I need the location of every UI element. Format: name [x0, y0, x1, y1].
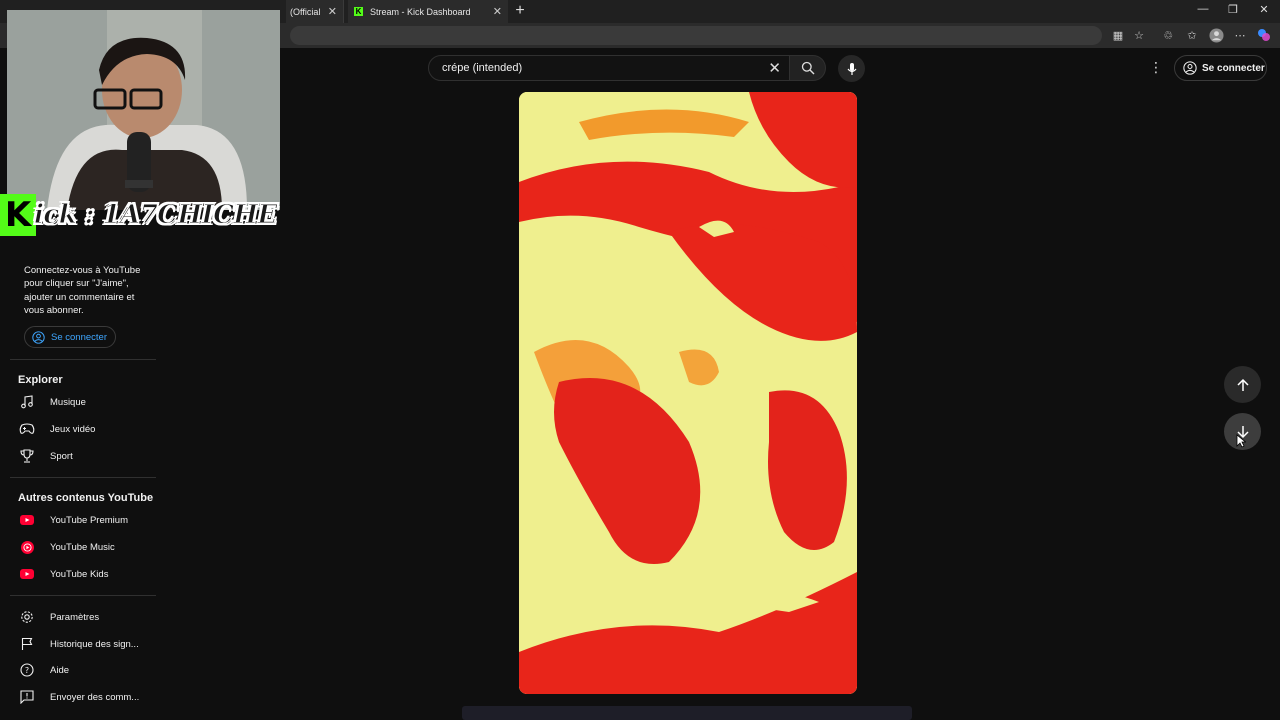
copilot-icon[interactable] — [1256, 28, 1272, 44]
flag-icon — [18, 635, 36, 653]
kick-logo: K — [0, 194, 36, 236]
next-video-preview — [462, 706, 912, 720]
trophy-icon — [18, 447, 36, 465]
sidebar-item-label: Musique — [50, 396, 86, 408]
tab-official[interactable]: (Official M ✕ — [286, 0, 344, 23]
profile-icon[interactable] — [1208, 28, 1224, 44]
more-youtube-heading: Autres contenus YouTube — [18, 492, 154, 504]
sidebar-item-report-history[interactable]: Historique des sign... — [18, 633, 156, 655]
kick-channel-name: ick : 1A7CHICHE — [34, 200, 278, 231]
streamer-webcam-image — [7, 10, 280, 210]
mouse-cursor-icon — [1236, 434, 1246, 448]
search-box[interactable]: crépe (intended) ✕ — [428, 55, 790, 81]
favorite-star-icon[interactable]: ☆ — [1131, 28, 1147, 44]
signin-prompt: Connectez-vous à YouTube pour cliquer su… — [24, 265, 141, 316]
extensions-icon[interactable]: ♲ — [1160, 28, 1176, 44]
mic-icon — [847, 62, 856, 75]
divider — [10, 359, 156, 360]
tab-close-icon[interactable]: ✕ — [487, 5, 508, 18]
sidebar-item-youtube-music[interactable]: YouTube Music — [18, 536, 156, 558]
sidebar-item-label: Jeux vidéo — [50, 423, 96, 435]
restore-button[interactable]: ❐ — [1218, 3, 1248, 16]
voice-search-button[interactable] — [838, 55, 865, 82]
tab-kick-dashboard[interactable]: K Stream - Kick Dashboard ✕ — [348, 0, 508, 23]
gear-icon — [18, 608, 36, 626]
tab-close-icon[interactable]: ✕ — [322, 5, 343, 18]
sidebar-item-label: YouTube Premium — [50, 514, 128, 526]
sidebar-item-label: Historique des sign... — [50, 638, 139, 650]
kick-favicon-icon: K — [354, 7, 363, 16]
youtube-music-icon — [18, 538, 36, 556]
sidebar-item-label: Envoyer des comm... — [50, 691, 140, 703]
close-window-button[interactable]: ✕ — [1249, 3, 1279, 16]
signin-button[interactable]: Se connecter — [1174, 55, 1267, 81]
signin-label: Se connecter — [1202, 62, 1265, 74]
short-video-player[interactable] — [519, 92, 857, 694]
account-icon — [32, 330, 45, 344]
youtube-premium-icon — [18, 511, 36, 529]
tab-title: (Official M — [290, 6, 322, 17]
apps-icon[interactable]: ▦ — [1110, 28, 1126, 44]
sidebar-signin-label: Se connecter — [51, 331, 107, 343]
sidebar-item-youtube-premium[interactable]: YouTube Premium — [18, 509, 156, 531]
explore-heading: Explorer — [18, 374, 63, 386]
sidebar-item-label: YouTube Music — [50, 541, 115, 553]
music-note-icon — [18, 393, 36, 411]
search-input[interactable]: crépe (intended) — [442, 62, 522, 74]
feedback-icon — [18, 688, 36, 706]
minimize-button[interactable]: — — [1188, 3, 1218, 15]
sidebar-item-feedback[interactable]: Envoyer des comm... — [18, 686, 156, 708]
gamepad-icon — [18, 420, 36, 438]
youtube-kids-icon — [18, 565, 36, 583]
arrow-up-icon — [1236, 378, 1249, 391]
sidebar-item-help[interactable]: ? Aide — [18, 659, 156, 681]
previous-video-button[interactable] — [1224, 366, 1261, 403]
divider — [10, 477, 156, 478]
more-options-icon[interactable]: ⋮ — [1146, 59, 1166, 76]
webcam-overlay — [7, 10, 280, 210]
more-menu-icon[interactable]: ⋯ — [1232, 28, 1248, 44]
sidebar-item-label: Paramètres — [50, 611, 100, 623]
clear-search-icon[interactable]: ✕ — [768, 59, 781, 77]
video-frame-fire — [519, 92, 857, 694]
kick-channel-banner: K ick : 1A7CHICHE — [0, 193, 278, 237]
search-icon — [801, 61, 814, 75]
sidebar-item-gaming[interactable]: Jeux vidéo — [18, 418, 156, 440]
account-icon — [1183, 61, 1197, 75]
search-button[interactable] — [790, 55, 826, 81]
sidebar-item-music[interactable]: Musique — [18, 391, 156, 413]
sidebar-item-sport[interactable]: Sport — [18, 445, 156, 467]
sidebar-item-label: Aide — [50, 664, 70, 676]
favorites-icon[interactable]: ✩ — [1184, 28, 1200, 44]
sidebar-item-youtube-kids[interactable]: YouTube Kids — [18, 563, 156, 585]
sidebar-item-label: Sport — [50, 450, 73, 462]
sidebar-item-settings[interactable]: Paramètres — [18, 606, 156, 628]
help-icon: ? — [18, 661, 36, 679]
sidebar-item-label: YouTube Kids — [50, 568, 109, 580]
divider — [10, 595, 156, 596]
svg-text:?: ? — [25, 666, 29, 675]
sidebar-signin-button[interactable]: Se connecter — [24, 326, 116, 348]
new-tab-button[interactable]: + — [512, 2, 528, 20]
address-bar[interactable] — [290, 26, 1102, 45]
tab-title: Stream - Kick Dashboard — [370, 6, 471, 17]
